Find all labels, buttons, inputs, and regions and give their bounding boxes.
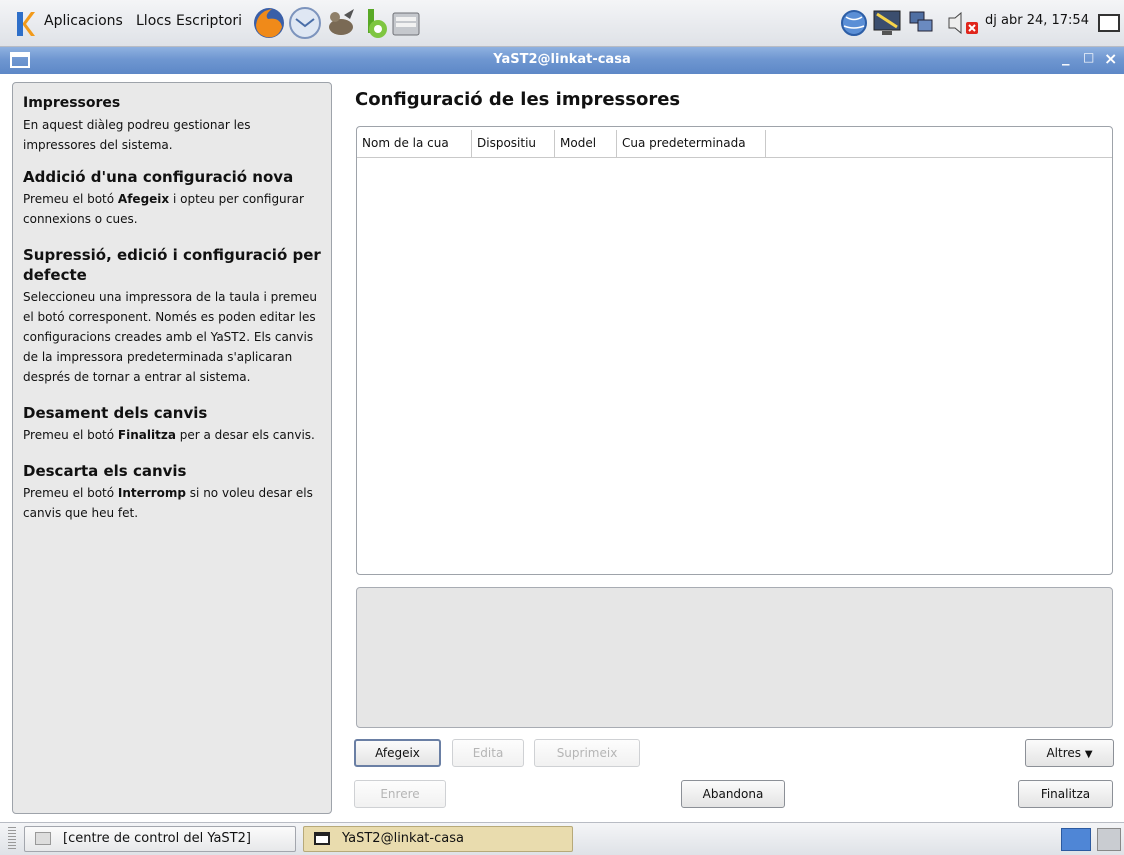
add-button[interactable]: Afegeix xyxy=(354,739,441,767)
help-section-edit: Supressió, edició i configuració per def… xyxy=(23,245,321,387)
workspace-2-switcher[interactable] xyxy=(1097,828,1121,851)
help-heading: Addició d'una configuració nova xyxy=(23,168,294,186)
yast-app-icon xyxy=(35,832,51,845)
help-text: Premeu el botó Finalitza per a desar els… xyxy=(23,428,315,442)
help-section-discard: Descarta els canvis Premeu el botó Inter… xyxy=(23,461,321,523)
finish-button[interactable]: Finalitza xyxy=(1018,780,1113,808)
task-label: YaST2@linkat-casa xyxy=(342,831,464,846)
taskbar-grip-handle[interactable] xyxy=(8,827,16,851)
delete-button[interactable]: Suprimeix xyxy=(534,739,640,767)
help-heading: Impressores xyxy=(23,95,121,111)
menu-aplicacions[interactable]: Aplicacions xyxy=(44,13,123,29)
help-heading: Descarta els canvis xyxy=(23,462,187,480)
firefox-icon[interactable] xyxy=(252,5,286,41)
gimp-icon[interactable] xyxy=(324,5,358,41)
help-text: Seleccioneu una impressora de la taula i… xyxy=(23,290,317,384)
mail-client-icon[interactable] xyxy=(288,5,322,41)
others-label: Altres xyxy=(1046,746,1082,760)
task-yast-control-center[interactable]: [centre de control del YaST2] xyxy=(24,826,296,852)
top-panel: Aplicacions Llocs Escriptori dj abr 24, … xyxy=(0,0,1124,47)
window-titlebar[interactable]: YaST2@linkat-casa _ □ × xyxy=(0,47,1124,74)
others-dropdown-button[interactable]: Altres ▼ xyxy=(1025,739,1114,767)
column-header-queue-name[interactable]: Nom de la cua xyxy=(357,130,472,157)
table-header: Nom de la cua Dispositiu Model Cua prede… xyxy=(357,130,1112,158)
network-connection-icon[interactable] xyxy=(906,8,936,38)
maximize-icon[interactable]: □ xyxy=(1083,50,1094,64)
printer-table[interactable]: Nom de la cua Dispositiu Model Cua prede… xyxy=(356,126,1113,575)
close-icon[interactable]: × xyxy=(1104,49,1117,68)
column-header-default-queue[interactable]: Cua predeterminada xyxy=(617,130,766,157)
abort-button[interactable]: Abandona xyxy=(681,780,785,808)
column-header-model[interactable]: Model xyxy=(555,130,617,157)
help-section-printers: Impressores En aquest diàleg podreu gest… xyxy=(23,93,321,155)
window-title: YaST2@linkat-casa xyxy=(493,52,631,67)
task-label: [centre de control del YaST2] xyxy=(63,831,251,846)
page-title: Configuració de les impressores xyxy=(355,89,681,110)
help-text: Premeu el botó Afegeix i opteu per confi… xyxy=(23,192,304,226)
kde-menu-icon[interactable] xyxy=(14,9,36,39)
monitor-update-icon[interactable] xyxy=(872,8,904,38)
network-globe-icon[interactable] xyxy=(838,8,874,38)
help-section-save: Desament dels canvis Premeu el botó Fina… xyxy=(23,403,321,445)
back-button[interactable]: Enrere xyxy=(354,780,446,808)
menu-llocs[interactable]: Llocs xyxy=(136,13,171,29)
help-text: En aquest diàleg podreu gestionar les im… xyxy=(23,118,251,152)
file-manager-icon[interactable] xyxy=(390,5,424,41)
help-text: Premeu el botó Interromp si no voleu des… xyxy=(23,486,313,520)
edit-button[interactable]: Edita xyxy=(452,739,524,767)
task-yast-window[interactable]: YaST2@linkat-casa xyxy=(303,826,573,852)
column-header-device[interactable]: Dispositiu xyxy=(472,130,555,157)
office-suite-icon[interactable] xyxy=(358,5,392,41)
minimize-icon[interactable]: _ xyxy=(1062,48,1070,66)
window-icon xyxy=(314,832,330,845)
menu-escriptori[interactable]: Escriptori xyxy=(176,13,242,29)
panel-clock[interactable]: dj abr 24, 17:54 xyxy=(985,13,1089,28)
volume-muted-icon[interactable] xyxy=(945,8,981,38)
help-panel: Impressores En aquest diàleg podreu gest… xyxy=(12,82,332,814)
triangle-down-icon: ▼ xyxy=(1084,749,1093,760)
help-heading: Supressió, edició i configuració per def… xyxy=(23,246,321,284)
help-section-add: Addició d'una configuració nova Premeu e… xyxy=(23,167,321,229)
printer-details-box xyxy=(356,587,1113,728)
workspace-1-switcher[interactable] xyxy=(1061,828,1091,851)
help-heading: Desament dels canvis xyxy=(23,404,208,422)
show-desktop-icon[interactable] xyxy=(1096,9,1122,37)
bottom-taskbar: [centre de control del YaST2] YaST2@link… xyxy=(0,822,1124,855)
